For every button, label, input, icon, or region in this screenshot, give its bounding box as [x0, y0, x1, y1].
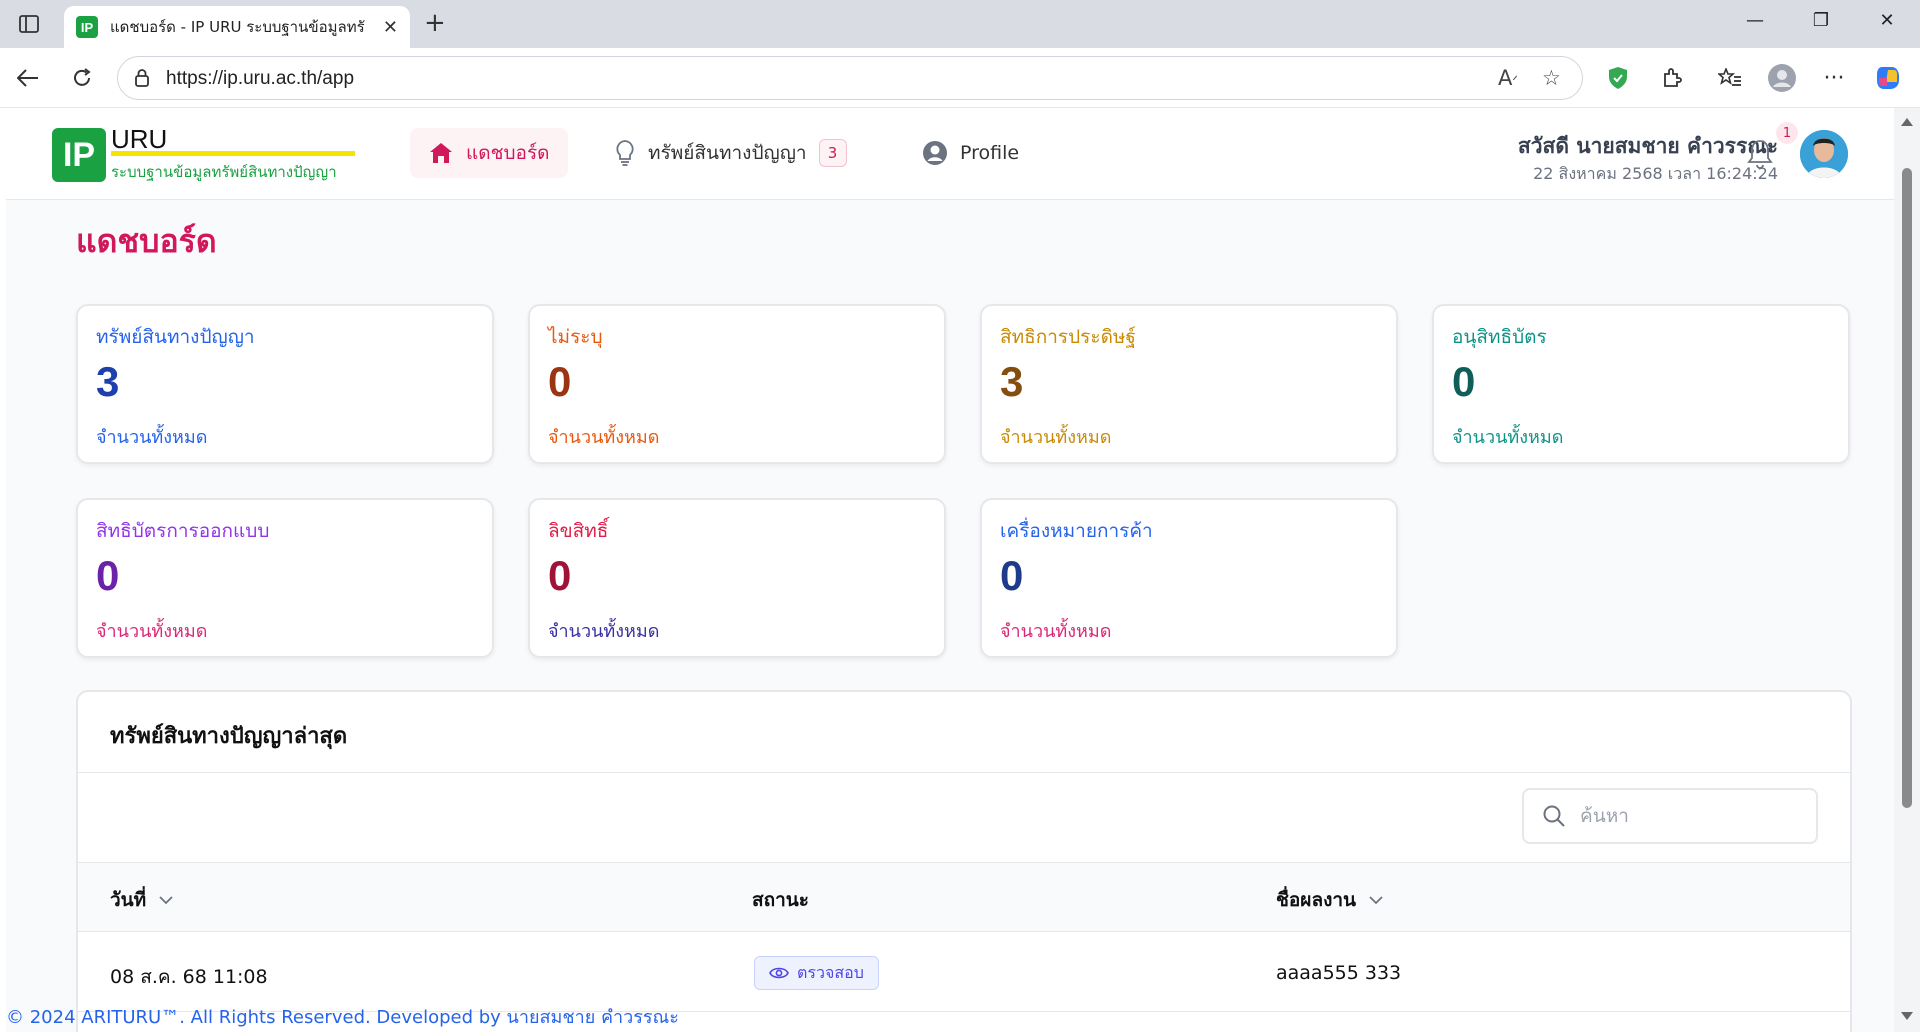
- close-window-icon[interactable]: ✕: [1872, 10, 1902, 31]
- stat-label: ไม่ระบุ: [548, 326, 603, 348]
- page-viewport: IP URU ระบบฐานข้อมูลทรัพย์สินทางปัญญา แด…: [6, 108, 1894, 1032]
- nav-ip-label: ทรัพย์สินทางปัญญา: [648, 142, 807, 164]
- stat-label: สิทธิการประดิษฐ์: [1000, 326, 1136, 348]
- panel-divider: [78, 772, 1850, 773]
- search-input[interactable]: [1580, 805, 1800, 827]
- stat-card-design-patent[interactable]: สิทธิบัตรการออกแบบ 0 จำนวนทั้งหมด: [76, 498, 494, 658]
- more-menu-icon[interactable]: ···: [1818, 62, 1850, 94]
- nav-ip-count-badge: 3: [818, 139, 847, 167]
- browser-tab[interactable]: IP แดชบอร์ด - IP URU ระบบฐานข้อมูลทรั ✕: [64, 6, 410, 48]
- nav-dashboard-label: แดชบอร์ด: [466, 142, 550, 164]
- favorite-star-icon[interactable]: ☆: [1542, 66, 1561, 90]
- page-scrollbar[interactable]: [1894, 108, 1920, 1032]
- logo-underline: [111, 151, 355, 156]
- new-tab-icon[interactable]: +: [424, 10, 446, 36]
- greeting-text: สวัสดี นายสมชาย คำวรรณะ: [1517, 134, 1778, 158]
- lightbulb-icon: [614, 139, 636, 167]
- reload-icon[interactable]: [66, 62, 98, 94]
- scroll-down-icon[interactable]: [1901, 1012, 1913, 1020]
- nav-intellectual-property[interactable]: ทรัพย์สินทางปัญญา 3: [596, 128, 865, 178]
- stat-label: เครื่องหมายการค้า: [1000, 520, 1153, 542]
- url-text[interactable]: https://ip.uru.ac.th/app: [166, 68, 354, 90]
- restore-icon[interactable]: ❐: [1806, 10, 1836, 31]
- browser-toolbar: https://ip.uru.ac.th/app Aᐟ ☆ ···: [0, 48, 1920, 108]
- read-aloud-icon[interactable]: Aᐟ: [1498, 66, 1518, 90]
- status-badge-label: ตรวจสอบ: [797, 962, 864, 982]
- favorites-icon[interactable]: [1714, 62, 1746, 94]
- scroll-thumb[interactable]: [1902, 168, 1912, 808]
- tab-favicon: IP: [76, 16, 98, 38]
- eye-icon: [769, 966, 789, 980]
- stat-value: 3: [1000, 358, 1024, 405]
- stat-value: 0: [548, 552, 572, 599]
- stat-foot: จำนวนทั้งหมด: [1452, 427, 1564, 448]
- stat-value: 0: [96, 552, 120, 599]
- home-icon: [428, 141, 454, 165]
- stat-foot: จำนวนทั้งหมด: [548, 427, 660, 448]
- stat-foot: จำนวนทั้งหมด: [1000, 621, 1112, 642]
- stat-foot: จำนวนทั้งหมด: [1000, 427, 1112, 448]
- column-date[interactable]: วันที่: [110, 885, 174, 915]
- browser-tab-bar: IP แดชบอร์ด - IP URU ระบบฐานข้อมูลทรั ✕ …: [0, 0, 1920, 48]
- stat-card-copyright[interactable]: ลิขสิทธิ์ 0 จำนวนทั้งหมด: [528, 498, 946, 658]
- back-icon[interactable]: [12, 62, 44, 94]
- column-status: สถานะ: [752, 885, 809, 915]
- stat-card-intellectual-property[interactable]: ทรัพย์สินทางปัญญา 3 จำนวนทั้งหมด: [76, 304, 494, 464]
- column-name[interactable]: ชื่อผลงาน: [1276, 885, 1384, 915]
- stat-value: 3: [96, 358, 120, 405]
- stat-value: 0: [1000, 552, 1024, 599]
- bell-icon[interactable]: [1746, 138, 1774, 174]
- stat-card-unspecified[interactable]: ไม่ระบุ 0 จำนวนทั้งหมด: [528, 304, 946, 464]
- extensions-icon[interactable]: [1656, 62, 1688, 94]
- nav-profile-label: Profile: [960, 142, 1020, 164]
- table-row[interactable]: 08 ส.ค. 68 11:08 ตรวจสอบ aaaa555 333: [78, 932, 1850, 1012]
- stat-foot: จำนวนทั้งหมด: [548, 621, 660, 642]
- stat-label: ลิขสิทธิ์: [548, 520, 609, 542]
- nav-profile[interactable]: Profile: [904, 128, 1037, 178]
- sidebar-toggle-icon[interactable]: [14, 10, 44, 38]
- stat-card-trademark[interactable]: เครื่องหมายการค้า 0 จำนวนทั้งหมด: [980, 498, 1398, 658]
- logo-subtitle: ระบบฐานข้อมูลทรัพย์สินทางปัญญา: [111, 163, 337, 181]
- notification-badge: 1: [1776, 122, 1798, 144]
- chevron-down-icon[interactable]: [158, 895, 174, 905]
- stat-value: 0: [1452, 358, 1476, 405]
- latest-ip-panel: ทรัพย์สินทางปัญญาล่าสุด วันที่ สถานะ ชื่…: [76, 690, 1852, 1032]
- stat-label: ทรัพย์สินทางปัญญา: [96, 326, 255, 348]
- user-avatar[interactable]: [1800, 130, 1848, 178]
- search-icon: [1542, 804, 1566, 828]
- copilot-icon[interactable]: [1872, 62, 1904, 94]
- tab-title: แดชบอร์ด - IP URU ระบบฐานข้อมูลทรั: [110, 18, 365, 36]
- column-status-label: สถานะ: [752, 889, 809, 911]
- column-name-label: ชื่อผลงาน: [1276, 889, 1357, 911]
- panel-title: ทรัพย์สินทางปัญญาล่าสุด: [110, 724, 348, 749]
- current-datetime: 22 สิงหาคม 2568 เวลา 16:24:24: [1533, 164, 1778, 183]
- page-title: แดชบอร์ด: [76, 222, 217, 260]
- stat-card-petty-patent[interactable]: อนุสิทธิบัตร 0 จำนวนทั้งหมด: [1432, 304, 1850, 464]
- column-date-label: วันที่: [110, 889, 147, 911]
- table-header: วันที่ สถานะ ชื่อผลงาน: [78, 862, 1850, 932]
- logo-mark[interactable]: IP: [52, 128, 106, 182]
- stat-label: สิทธิบัตรการออกแบบ: [96, 520, 270, 542]
- chevron-down-icon[interactable]: [1368, 895, 1384, 905]
- scroll-up-icon[interactable]: [1901, 118, 1913, 126]
- tab-close-icon[interactable]: ✕: [383, 17, 398, 38]
- user-circle-icon: [922, 140, 948, 166]
- stat-foot: จำนวนทั้งหมด: [96, 427, 208, 448]
- address-bar[interactable]: https://ip.uru.ac.th/app Aᐟ ☆: [117, 56, 1583, 100]
- shield-extension-icon[interactable]: [1602, 62, 1634, 94]
- row-work-name: aaaa555 333: [1276, 962, 1402, 984]
- stat-label: อนุสิทธิบัตร: [1452, 326, 1547, 348]
- minimize-icon[interactable]: —: [1740, 10, 1770, 31]
- status-badge: ตรวจสอบ: [754, 956, 879, 990]
- profile-avatar-icon[interactable]: [1766, 62, 1798, 94]
- footer-copyright: © 2024 ARITURU™. All Rights Reserved. De…: [6, 1007, 679, 1028]
- stat-foot: จำนวนทั้งหมด: [96, 621, 208, 642]
- search-box[interactable]: [1522, 788, 1818, 844]
- row-date: 08 ส.ค. 68 11:08: [110, 966, 268, 988]
- app-header: IP URU ระบบฐานข้อมูลทรัพย์สินทางปัญญา แด…: [6, 108, 1894, 200]
- stat-value: 0: [548, 358, 572, 405]
- nav-dashboard[interactable]: แดชบอร์ด: [410, 128, 568, 178]
- lock-icon[interactable]: [134, 68, 150, 92]
- stat-card-invention-patent[interactable]: สิทธิการประดิษฐ์ 3 จำนวนทั้งหมด: [980, 304, 1398, 464]
